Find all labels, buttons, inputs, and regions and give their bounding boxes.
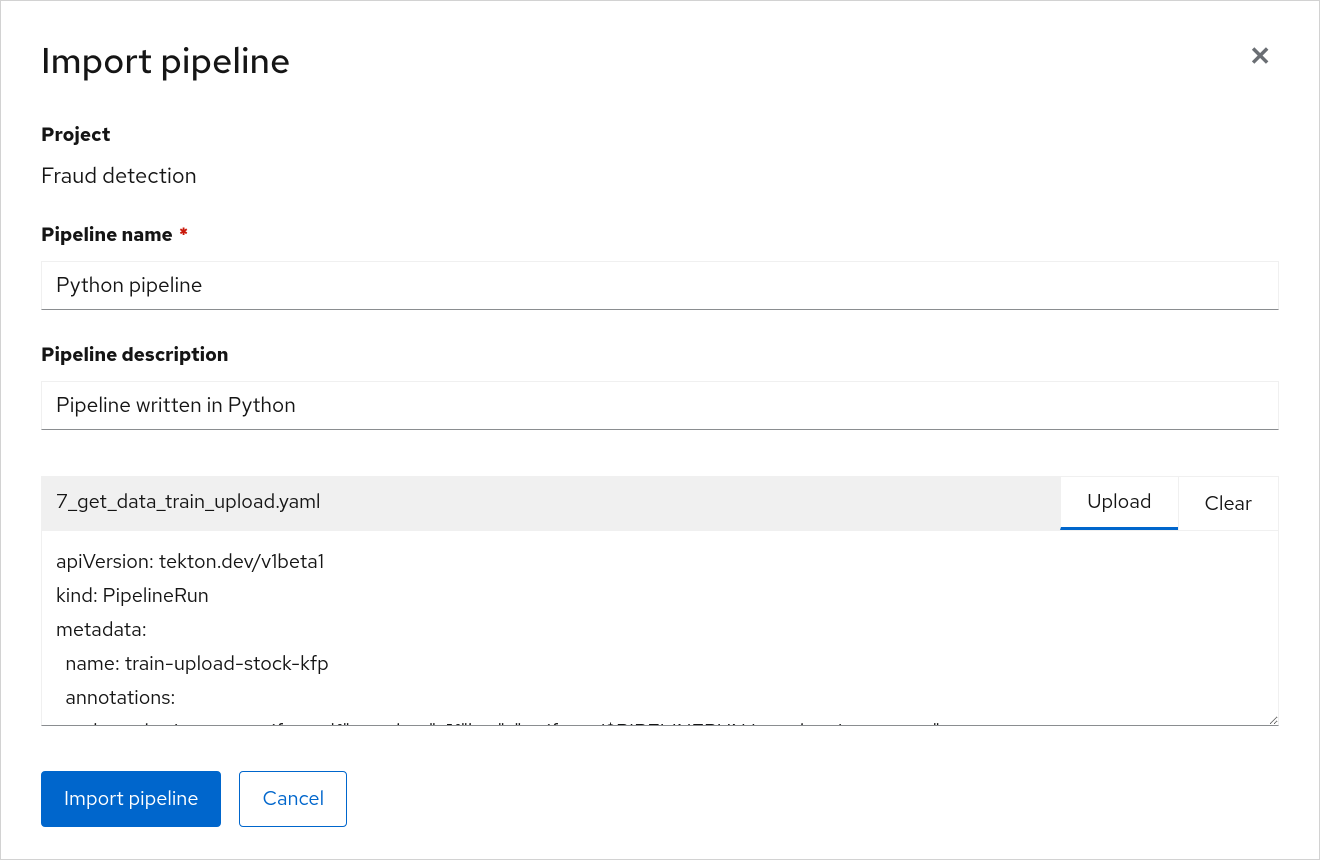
required-indicator: * (179, 222, 188, 247)
pipeline-description-input[interactable] (41, 381, 1279, 430)
pipeline-name-group: Pipeline name* (41, 222, 1279, 310)
cancel-button[interactable]: Cancel (239, 771, 347, 827)
modal-header: Import pipeline ✕ (41, 39, 1279, 82)
project-value: Fraud detection (41, 161, 1279, 190)
clear-button[interactable]: Clear (1178, 477, 1278, 530)
action-buttons: Import pipeline Cancel (41, 771, 1279, 827)
pipeline-name-input[interactable] (41, 261, 1279, 310)
modal-title: Import pipeline (41, 39, 290, 82)
import-pipeline-button[interactable]: Import pipeline (41, 771, 221, 827)
close-button[interactable]: ✕ (1241, 39, 1279, 73)
file-upload-group: 7_get_data_train_upload.yaml Upload Clea… (41, 476, 1279, 731)
file-row: 7_get_data_train_upload.yaml Upload Clea… (41, 476, 1279, 531)
project-label: Project (41, 122, 1279, 147)
pipeline-description-group: Pipeline description (41, 342, 1279, 430)
pipeline-name-label: Pipeline name* (41, 222, 1279, 247)
close-icon: ✕ (1249, 41, 1271, 71)
import-pipeline-modal: Import pipeline ✕ Project Fraud detectio… (1, 1, 1319, 859)
file-name-display: 7_get_data_train_upload.yaml (42, 477, 1060, 530)
yaml-content-textarea[interactable] (41, 531, 1279, 726)
project-group: Project Fraud detection (41, 122, 1279, 190)
upload-button[interactable]: Upload (1060, 477, 1177, 530)
pipeline-description-label: Pipeline description (41, 342, 1279, 367)
